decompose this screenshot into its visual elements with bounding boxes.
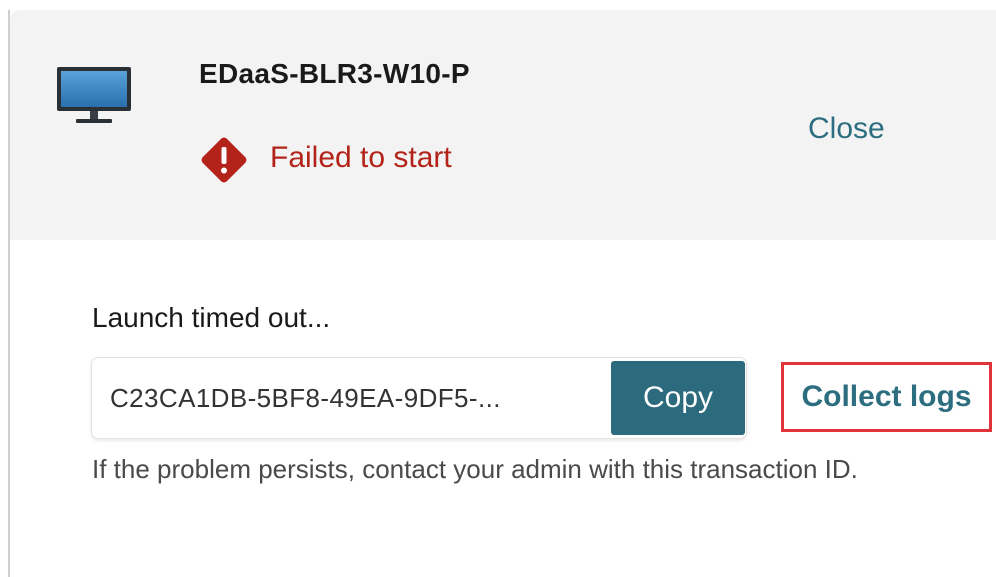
transaction-id-text[interactable]: C23CA1DB-5BF8-49EA-9DF5-... [110, 358, 590, 438]
error-message: Launch timed out... [92, 302, 331, 333]
close-button[interactable]: Close [808, 112, 885, 146]
status-text: Failed to start [270, 141, 452, 174]
monitor-icon [57, 67, 131, 123]
error-diamond-icon [201, 137, 247, 183]
device-name: EDaaS-BLR3-W10-P [199, 58, 470, 89]
help-text: If the problem persists, contact your ad… [92, 454, 858, 484]
transaction-id-field: C23CA1DB-5BF8-49EA-9DF5-... Copy [92, 358, 746, 438]
launch-dialog: EDaaS-BLR3-W10-P Failed to start Close L… [0, 0, 996, 577]
copy-button[interactable]: Copy [611, 361, 745, 435]
collect-logs-link[interactable]: Collect logs [781, 362, 992, 432]
